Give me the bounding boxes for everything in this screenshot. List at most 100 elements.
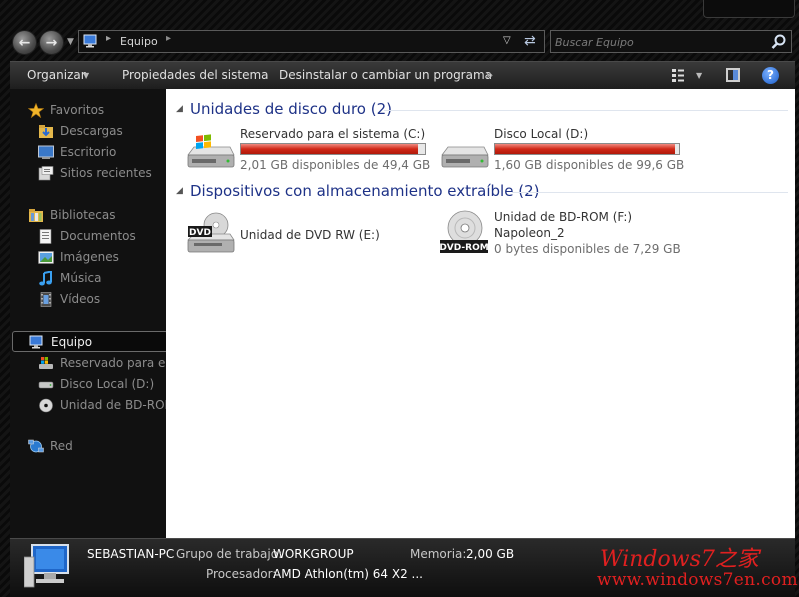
group-title: Dispositivos con almacenamiento extraíbl… [190, 182, 540, 200]
refresh-icon[interactable]: ⇄ [524, 33, 536, 49]
computer-name: SEBASTIAN-PC [87, 547, 175, 561]
nav-item-label: Reservado para el sistema (C:) [60, 356, 166, 370]
search-icon[interactable] [771, 34, 787, 50]
workgroup-value: WORKGROUP [273, 547, 354, 561]
documents-icon [39, 229, 52, 244]
recent-places-icon [38, 166, 54, 181]
system-drive-icon [39, 357, 53, 369]
more-commands-button[interactable]: » [486, 68, 493, 82]
downloads-folder-icon [39, 125, 53, 138]
arrow-left-icon: ← [18, 34, 31, 51]
nav-item-label: Música [60, 271, 102, 285]
drive-free-space: 0 bytes disponibles de 7,29 GB [494, 242, 681, 256]
bd-rom-drive-icon: DVD-ROM [440, 210, 489, 253]
disc-icon [39, 398, 53, 413]
nav-item-favorites[interactable]: Favoritos [10, 100, 166, 121]
breadcrumb-separator-icon[interactable]: ▸ [106, 33, 111, 44]
watermark: Windows7之家 www.windows7en.com [592, 539, 799, 597]
nav-item-label: Unidad de BD-ROM (F:) [60, 398, 166, 412]
nav-item-bd-rom[interactable]: Unidad de BD-ROM (F:) [10, 395, 166, 416]
nav-item-label: Disco Local (D:) [60, 377, 155, 391]
command-bar: Organizar ▼ Propiedades del sistema Desi… [10, 61, 795, 89]
group-divider [512, 192, 788, 193]
chevron-down-icon[interactable]: ▼ [83, 71, 89, 80]
nav-item-documents[interactable]: Documentos [10, 226, 166, 247]
arrow-right-icon: → [45, 34, 58, 51]
address-bar[interactable]: ▸ Equipo ▸ ▽ ⇄ [78, 30, 545, 53]
drive-free-space: 1,60 GB disponibles de 99,6 GB [494, 158, 685, 172]
group-header-hard-drives[interactable]: ◢ Unidades de disco duro (2) [176, 100, 788, 120]
processor-label: Procesador: [206, 567, 277, 581]
hard-drive-icon [38, 381, 54, 389]
breadcrumb-separator-icon[interactable]: ▸ [166, 33, 171, 44]
nav-item-label: Escritorio [60, 145, 117, 159]
drive-usage-bar [240, 143, 426, 155]
system-properties-button[interactable]: Propiedades del sistema [122, 68, 269, 82]
search-box[interactable] [550, 30, 792, 53]
help-icon[interactable]: ? [762, 67, 779, 84]
memory-value: 2,00 GB [466, 547, 515, 561]
window-title-tab [703, 0, 795, 18]
drive-item-e[interactable]: DVD Unidad de DVD RW (E:) [186, 210, 436, 258]
memory-label: Memoria: [410, 547, 467, 561]
nav-item-network[interactable]: Red [10, 436, 166, 457]
drive-item-f[interactable]: DVD-ROM Unidad de BD-ROM (F:) Napoleon_2… [440, 210, 690, 258]
nav-item-label: Equipo [51, 335, 93, 349]
navigation-row: ← → ▼ ▸ Equipo ▸ ▽ ⇄ [0, 26, 799, 58]
nav-item-videos[interactable]: Vídeos [10, 289, 166, 310]
drive-name: Unidad de BD-ROM (F:) [494, 210, 633, 224]
breadcrumb-location[interactable]: Equipo [120, 35, 158, 48]
nav-item-music[interactable]: Música [10, 268, 166, 289]
uninstall-program-button[interactable]: Desinstalar o cambiar un programa [279, 68, 492, 82]
preview-pane-icon[interactable] [726, 68, 740, 82]
drive-item-d[interactable]: Disco Local (D:) 1,60 GB disponibles de … [440, 127, 690, 175]
nav-item-recent-places[interactable]: Sitios recientes [10, 163, 166, 184]
chevron-down-icon[interactable]: ▼ [696, 71, 702, 80]
drive-volume-label: Napoleon_2 [494, 226, 565, 240]
drive-usage-fill [495, 144, 676, 154]
computer-icon [83, 34, 97, 48]
group-header-removable[interactable]: ◢ Dispositivos con almacenamiento extraí… [176, 182, 788, 202]
drive-name: Disco Local (D:) [494, 127, 589, 141]
group-divider [384, 110, 788, 111]
dvd-rom-icon-label: DVD-ROM [440, 243, 489, 253]
nav-item-libraries[interactable]: Bibliotecas [10, 205, 166, 226]
computer-icon [24, 544, 69, 588]
nav-item-desktop[interactable]: Escritorio [10, 142, 166, 163]
collapse-arrow-icon[interactable]: ◢ [176, 186, 183, 196]
nav-item-label: Sitios recientes [60, 166, 152, 180]
nav-item-images[interactable]: Imágenes [10, 247, 166, 268]
nav-item-label: Red [50, 439, 73, 453]
nav-item-computer[interactable]: Equipo [12, 331, 166, 352]
processor-value: AMD Athlon(tm) 64 X2 ... [273, 567, 423, 581]
explorer-window: ← → ▼ ▸ Equipo ▸ ▽ ⇄ Organiza [0, 0, 799, 597]
dvd-drive-icon: DVD [187, 212, 235, 253]
nav-item-reserved-drive[interactable]: Reservado para el sistema (C:) [10, 353, 166, 374]
watermark-url: www.windows7en.com [597, 570, 798, 590]
images-icon [38, 251, 54, 264]
drive-item-c[interactable]: Reservado para el sistema (C:) 2,01 GB d… [186, 127, 436, 175]
music-note-icon [39, 271, 52, 286]
address-dropdown-icon[interactable]: ▽ [503, 35, 511, 46]
system-drive-icon [187, 134, 235, 168]
nav-item-local-disk[interactable]: Disco Local (D:) [10, 374, 166, 395]
drive-usage-fill [241, 144, 418, 154]
drive-free-space: 2,01 GB disponibles de 49,4 GB [240, 158, 431, 172]
collapse-arrow-icon[interactable]: ◢ [176, 104, 183, 114]
history-dropdown-icon[interactable]: ▼ [67, 37, 74, 47]
back-button[interactable]: ← [12, 30, 37, 55]
drive-name: Unidad de DVD RW (E:) [240, 228, 380, 242]
nav-item-label: Documentos [60, 229, 136, 243]
workgroup-label: Grupo de trabajo: [176, 547, 283, 561]
search-input[interactable] [555, 33, 765, 51]
navigation-pane: Favoritos Descargas Escritorio Sitios re… [10, 89, 166, 538]
forward-button[interactable]: → [39, 30, 64, 55]
hard-drive-icon [441, 146, 489, 168]
organize-button[interactable]: Organizar [27, 68, 86, 82]
nav-item-label: Vídeos [60, 292, 101, 306]
network-icon [28, 439, 44, 453]
desktop-icon [38, 145, 54, 159]
nav-item-label: Descargas [60, 124, 123, 138]
change-view-icon[interactable] [671, 68, 685, 82]
nav-item-downloads[interactable]: Descargas [10, 121, 166, 142]
